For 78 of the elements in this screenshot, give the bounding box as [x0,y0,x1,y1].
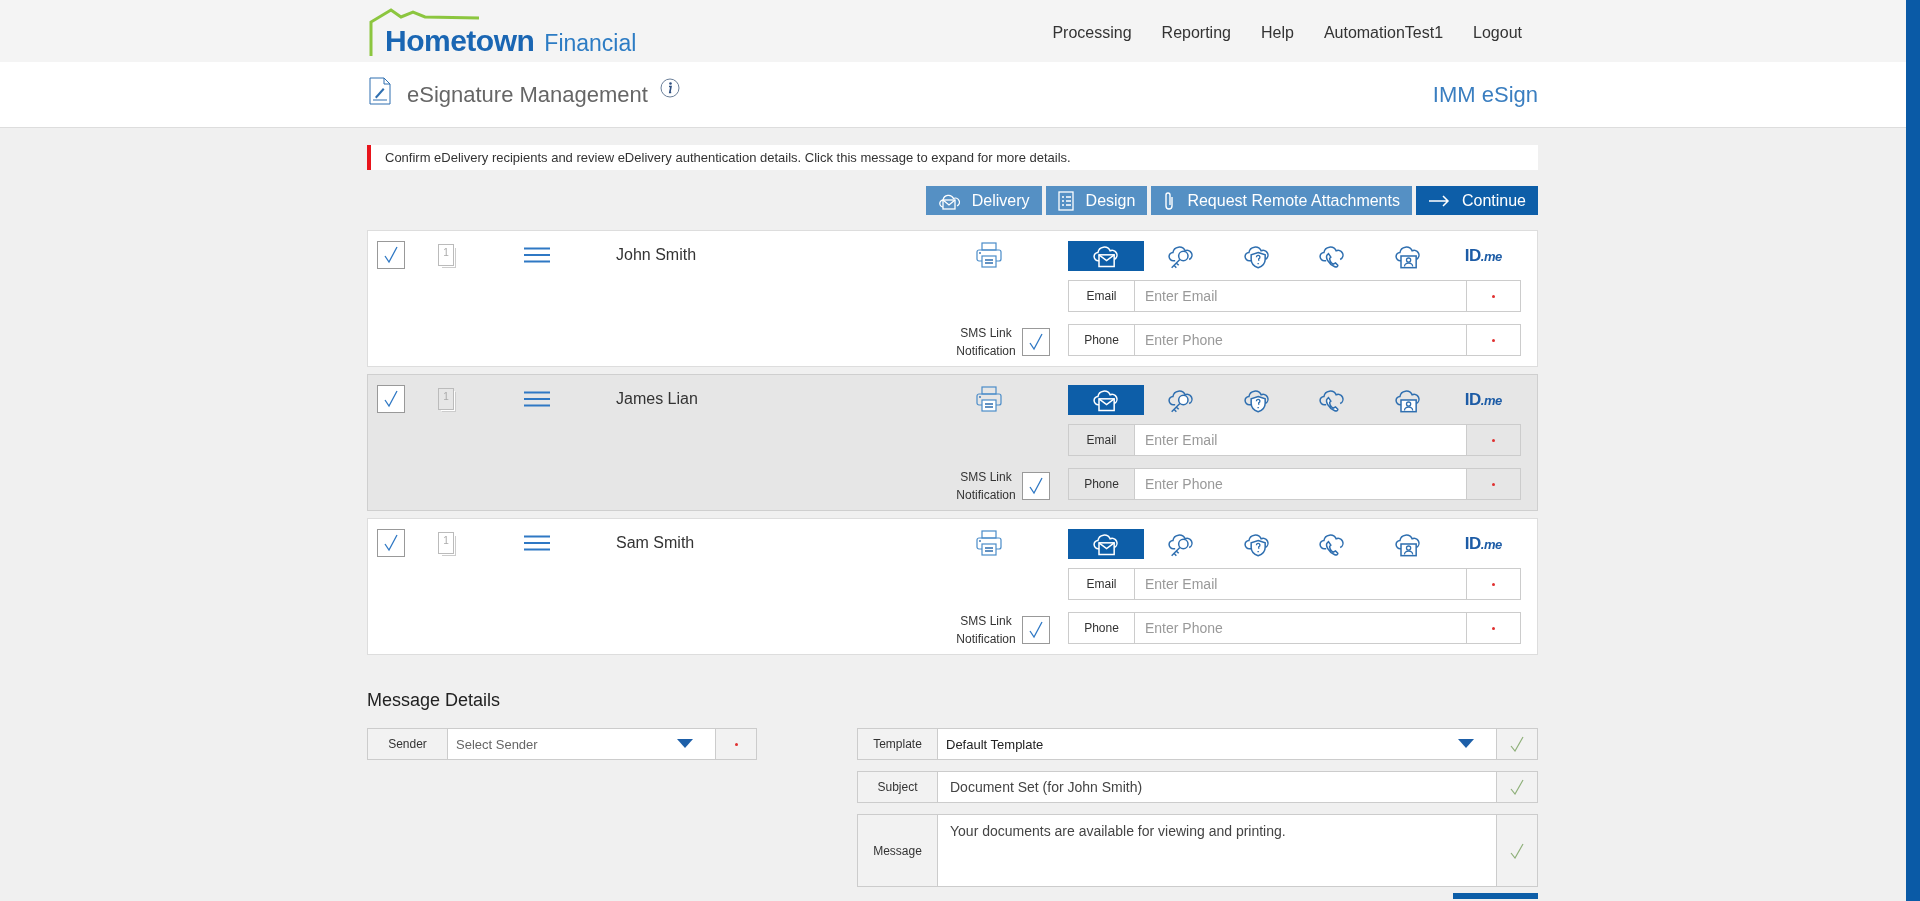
action-button[interactable]: Continue [1415,186,1538,215]
page-title: eSignature Management [407,81,648,108]
phone-cloud-icon [1318,531,1347,557]
recipient-name: John Smith [616,246,698,264]
shield-cloud-icon [1242,243,1271,269]
paperclip-icon [1163,190,1176,211]
select-value: Default Template [946,736,1044,752]
contact-field[interactable]: Phone Enter Phone [1068,468,1521,500]
printer-icon[interactable] [976,386,1002,412]
page-count-icon: 1 [438,388,454,410]
printer-icon[interactable] [976,242,1002,268]
recipient-name: James Lian [616,390,699,408]
dropdown-caret-icon[interactable] [1458,739,1474,749]
person-cloud-icon [1393,243,1422,269]
sms-checkbox[interactable] [1022,616,1050,644]
phone-cloud-icon [1318,243,1347,269]
page-count-icon: 1 [438,532,454,554]
person-cloud-icon [1393,387,1422,413]
sms-label: SMS Link Notification [956,469,1016,504]
shield-cloud-icon [1242,531,1271,557]
envelope-cloud-icon [1091,531,1120,557]
person-cloud-icon [1393,531,1422,557]
printer-icon[interactable] [976,530,1002,556]
field-label: Sender [368,729,448,759]
auth-method-tab[interactable]: ID.me [1445,529,1521,559]
nav-link[interactable]: Processing [1052,24,1132,42]
subject-field[interactable]: Subject Document Set (for John Smith) [857,771,1538,803]
signed-document-icon [369,76,391,105]
contact-field[interactable]: Phone Enter Phone [1068,612,1521,644]
shield-cloud-icon [1242,387,1271,413]
info-icon[interactable] [659,77,680,98]
contact-field[interactable]: Phone Enter Phone [1068,324,1521,356]
phone-cloud-icon [1318,387,1347,413]
nav-link[interactable]: AutomationTest1 [1323,24,1444,42]
nav-link[interactable]: Help [1260,24,1294,42]
nav-link[interactable]: Logout [1473,24,1522,42]
sms-label: SMS Link Notification [956,325,1016,360]
key-cloud-icon [1167,531,1196,557]
auth-method-tab[interactable] [1068,529,1144,559]
message-field[interactable]: Message Your documents are available for viewing and printing. [857,814,1538,887]
include-checkbox[interactable] [377,241,405,269]
contact-field[interactable]: Email Enter Email [1068,424,1521,456]
contact-field[interactable]: Email Enter Email [1068,280,1521,312]
field-label: Email [1069,425,1135,455]
sms-label: SMS Link Notification [956,613,1016,648]
notice-banner[interactable]: Confirm eDelivery recipients and review eDelivery authentication details. Click this message to expand for more details. [367,145,1538,170]
field-label: Template [858,729,938,759]
page-count-icon: 1 [438,244,454,266]
auth-method-tab[interactable] [1068,241,1144,271]
include-checkbox[interactable] [377,385,405,413]
contact-field[interactable]: Email Enter Email [1068,568,1521,600]
section-heading: Message Details [367,690,502,712]
list-document-icon [1057,190,1074,211]
key-cloud-icon [1167,243,1196,269]
field-label: Subject [858,772,938,802]
auth-method-tab[interactable]: ID.me [1445,385,1521,415]
auth-method-tab[interactable] [1068,385,1144,415]
menu-icon[interactable] [524,247,550,263]
logo[interactable]: Hometown Financial [367,0,637,62]
sms-checkbox[interactable] [1022,328,1050,356]
include-checkbox[interactable] [377,529,405,557]
key-cloud-icon [1167,387,1196,413]
auth-method-tab[interactable]: ID.me [1445,241,1521,271]
menu-icon[interactable] [524,535,550,551]
sender-field[interactable]: Sender Select Sender [367,728,757,760]
nav-link[interactable]: Reporting [1161,24,1231,42]
field-label: Message [858,815,938,886]
sms-checkbox[interactable] [1022,472,1050,500]
template-field[interactable]: Template Default Template [857,728,1538,760]
dropdown-caret-icon[interactable] [677,739,693,749]
envelope-cloud-icon [1091,243,1120,269]
envelope-cloud-icon [1091,387,1120,413]
product-name: IMM eSign [1432,81,1538,108]
menu-icon[interactable] [524,391,550,407]
recipient-name: Sam Smith [616,534,696,552]
field-label: Phone [1069,469,1135,499]
select-placeholder: Select Sender [456,736,538,752]
arrow-right-icon [1427,194,1450,207]
